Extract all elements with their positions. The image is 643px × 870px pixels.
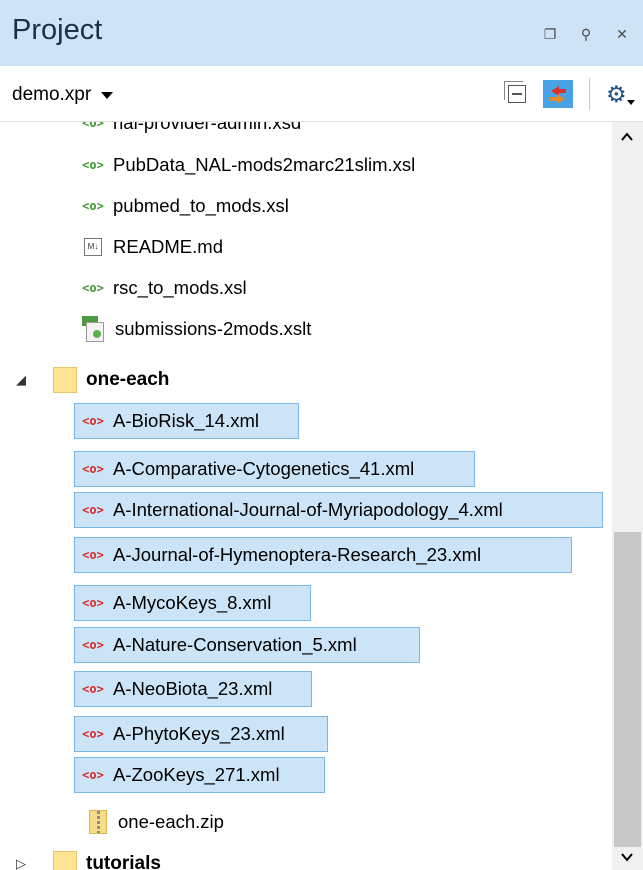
scroll-up-icon[interactable] bbox=[620, 130, 634, 144]
tree-item-file[interactable]: <o> A-BioRisk_14.xml bbox=[74, 403, 299, 439]
panel-title: Project bbox=[12, 14, 103, 46]
tree-item-folder-one-each[interactable]: one-each bbox=[53, 362, 169, 398]
gear-icon[interactable]: ⚙ bbox=[606, 80, 636, 108]
restore-icon[interactable]: ❐ bbox=[540, 24, 560, 44]
xml-icon: <o> bbox=[82, 638, 104, 652]
xml-icon: <o> bbox=[82, 414, 104, 428]
tree-item-file[interactable]: <o> A-International-Journal-of-Myriapodo… bbox=[74, 492, 603, 528]
folder-icon bbox=[53, 367, 77, 393]
tree-item-file[interactable]: <o> A-Comparative-Cytogenetics_41.xml bbox=[74, 451, 475, 487]
vertical-scrollbar[interactable] bbox=[612, 122, 643, 870]
tree-item-file[interactable]: <o> A-ZooKeys_271.xml bbox=[74, 757, 325, 793]
xml-icon: <o> bbox=[82, 548, 104, 562]
xsl-icon: <o> bbox=[82, 281, 104, 295]
tree-item-file[interactable]: submissions-2mods.xslt bbox=[82, 311, 311, 347]
xml-icon: <o> bbox=[82, 462, 104, 476]
tree-item-file[interactable]: one-each.zip bbox=[87, 804, 224, 840]
collapse-arrow-icon[interactable]: ◢ bbox=[16, 372, 26, 388]
tree-item-file[interactable]: <o> A-PhytoKeys_23.xml bbox=[74, 716, 328, 752]
tree-item-folder-tutorials[interactable]: tutorials bbox=[53, 846, 161, 870]
xml-icon: <o> bbox=[82, 682, 104, 696]
tree-item-file[interactable]: <o> A-NeoBiota_23.xml bbox=[74, 671, 312, 707]
xml-icon: <o> bbox=[82, 503, 104, 517]
chevron-down-icon bbox=[101, 91, 114, 99]
project-tree[interactable]: <o> hal-provider-admin.xsd <o> PubData_N… bbox=[0, 122, 612, 870]
xsl-icon: <o> bbox=[82, 158, 104, 172]
xml-icon: <o> bbox=[82, 596, 104, 610]
toolbar-divider bbox=[589, 78, 590, 110]
scroll-down-icon[interactable] bbox=[620, 850, 634, 864]
close-icon[interactable]: ✕ bbox=[612, 24, 632, 44]
expand-arrow-icon[interactable]: ▷ bbox=[16, 856, 26, 870]
tree-item-file[interactable]: <o> PubData_NAL-mods2marc21slim.xsl bbox=[82, 147, 415, 183]
xsl-icon: <o> bbox=[82, 199, 104, 213]
xml-icon: <o> bbox=[82, 727, 104, 741]
project-toolbar: demo.xpr ⚙ bbox=[0, 66, 643, 122]
scrollbar-thumb[interactable] bbox=[614, 532, 641, 847]
collapse-all-icon[interactable] bbox=[504, 81, 526, 103]
link-with-editor-icon[interactable] bbox=[543, 80, 573, 108]
project-name: demo.xpr bbox=[12, 84, 92, 105]
project-dropdown[interactable]: demo.xpr bbox=[12, 84, 114, 106]
tree-item-file[interactable]: <o> A-Journal-of-Hymenoptera-Research_23… bbox=[74, 537, 572, 573]
tree-item-file[interactable]: <o> A-Nature-Conservation_5.xml bbox=[74, 627, 420, 663]
xslt-icon bbox=[82, 316, 106, 342]
tree-item-file[interactable]: <o> A-MycoKeys_8.xml bbox=[74, 585, 311, 621]
xml-icon: <o> bbox=[82, 768, 104, 782]
xsd-icon: <o> bbox=[82, 122, 104, 130]
pin-icon[interactable]: ⚲ bbox=[576, 24, 596, 44]
tree-item-file[interactable]: <o> rsc_to_mods.xsl bbox=[82, 270, 247, 306]
folder-icon bbox=[53, 851, 77, 870]
zip-icon bbox=[89, 810, 107, 834]
tree-item-file[interactable]: <o> hal-provider-admin.xsd bbox=[82, 122, 301, 141]
tree-item-file[interactable]: <o> pubmed_to_mods.xsl bbox=[82, 188, 289, 224]
markdown-icon: M↓ bbox=[84, 238, 102, 256]
panel-title-bar: Project ❐ ⚲ ✕ bbox=[0, 0, 643, 66]
tree-item-file[interactable]: M↓ README.md bbox=[82, 229, 223, 265]
